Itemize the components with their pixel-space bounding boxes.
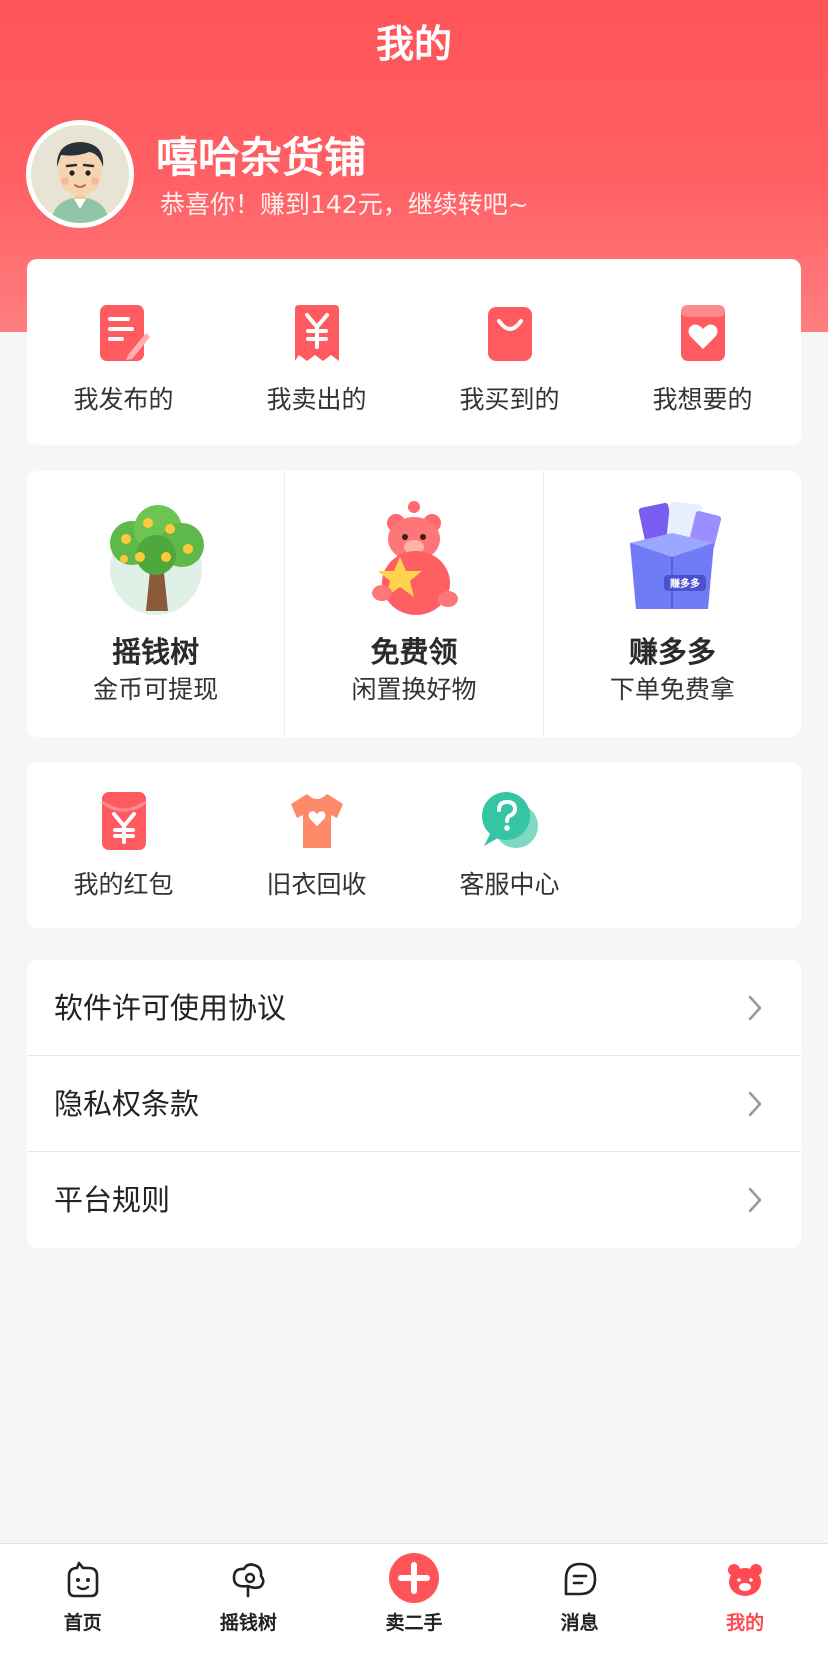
yen-receipt-icon xyxy=(294,305,339,361)
red-envelope-icon xyxy=(100,792,147,850)
menu-item-label: 隐私权条款 xyxy=(54,1086,200,1121)
my-wanted-button[interactable]: 我想要的 xyxy=(606,259,799,445)
tshirt-icon xyxy=(290,794,343,848)
free-claim-subtitle: 闲置换好物 xyxy=(351,675,477,704)
chat-question-icon xyxy=(481,792,538,848)
tab-messages[interactable]: 消息 xyxy=(497,1544,663,1667)
tab-label: 消息 xyxy=(560,1612,599,1634)
document-edit-icon xyxy=(99,305,150,361)
tab-home[interactable]: 首页 xyxy=(0,1544,166,1667)
my-bought-label: 我买到的 xyxy=(459,385,560,414)
clothes-recycle-label: 旧衣回收 xyxy=(266,870,367,899)
username: 嘻哈杂货铺 xyxy=(156,133,367,182)
clothes-recycle-button[interactable]: 旧衣回收 xyxy=(220,762,413,928)
free-claim-title: 免费领 xyxy=(370,635,458,669)
my-bought-button[interactable]: 我买到的 xyxy=(413,259,606,445)
my-sold-label: 我卖出的 xyxy=(266,385,367,414)
home-face-icon xyxy=(67,1561,99,1598)
bear-head-icon xyxy=(728,1564,763,1596)
shopping-bag-icon xyxy=(487,307,532,361)
earn-more-title: 赚多多 xyxy=(628,635,716,669)
my-sold-button[interactable]: 我卖出的 xyxy=(220,259,413,445)
menu-item-rules[interactable]: 平台规则 xyxy=(27,1152,801,1248)
money-tree-subtitle: 金币可提现 xyxy=(93,675,219,704)
menu-item-privacy[interactable]: 隐私权条款 xyxy=(27,1056,801,1152)
tab-label: 卖二手 xyxy=(385,1612,443,1634)
money-tree-title: 摇钱树 xyxy=(112,635,200,669)
order-shortcuts-card: 我发布的 我卖出的 我买到的 我想要的 xyxy=(27,259,801,445)
menu-item-license[interactable]: 软件许可使用协议 xyxy=(27,960,801,1056)
heart-card-icon xyxy=(680,305,725,361)
message-icon xyxy=(564,1562,596,1596)
chevron-right-icon xyxy=(748,1091,762,1116)
gift-box-icon: 赚多多 xyxy=(630,501,722,609)
tree-icon xyxy=(233,1563,265,1598)
earn-more-subtitle: 下单免费拿 xyxy=(609,675,735,704)
gift-box-text: 赚多多 xyxy=(669,577,700,590)
money-tree-promo[interactable]: 摇钱树 金币可提现 xyxy=(27,471,286,737)
bottom-tabbar: 首页 摇钱树 卖二手 消息 我的 xyxy=(0,1543,828,1667)
red-envelope-button[interactable]: 我的红包 xyxy=(27,762,220,928)
settings-menu: 软件许可使用协议 隐私权条款 平台规则 xyxy=(27,960,801,1248)
tab-label: 摇钱树 xyxy=(219,1612,277,1634)
earn-more-promo[interactable]: 赚多多 赚多多 下单免费拿 xyxy=(544,471,801,737)
earnings-subtitle: 恭喜你！赚到142元，继续转吧~ xyxy=(160,190,529,219)
customer-service-button[interactable]: 客服中心 xyxy=(413,762,606,928)
tab-label: 我的 xyxy=(726,1612,765,1634)
my-published-label: 我发布的 xyxy=(73,385,174,414)
chevron-right-icon xyxy=(748,1187,762,1213)
plus-circle-icon xyxy=(388,1553,439,1603)
tab-money-tree[interactable]: 摇钱树 xyxy=(166,1544,332,1667)
my-wanted-label: 我想要的 xyxy=(652,385,753,414)
promo-card: 摇钱树 金币可提现 免费领 闲置换好物 赚多多 赚多多 下单免费拿 xyxy=(27,471,801,737)
tab-label: 首页 xyxy=(63,1612,102,1634)
tools-card: 我的红包 旧衣回收 客服中心 xyxy=(27,762,801,928)
chevron-right-icon xyxy=(748,995,762,1020)
my-published-button[interactable]: 我发布的 xyxy=(27,259,220,445)
menu-item-label: 平台规则 xyxy=(54,1183,171,1217)
tab-profile[interactable]: 我的 xyxy=(662,1544,828,1667)
menu-item-label: 软件许可使用协议 xyxy=(54,990,287,1025)
page-title: 我的 xyxy=(375,22,452,66)
money-tree-icon xyxy=(109,505,204,615)
avatar[interactable] xyxy=(26,120,134,228)
tab-sell[interactable]: 卖二手 xyxy=(331,1544,497,1667)
bear-star-icon xyxy=(371,501,458,615)
red-envelope-label: 我的红包 xyxy=(73,870,174,899)
customer-service-label: 客服中心 xyxy=(459,870,560,899)
free-claim-promo[interactable]: 免费领 闲置换好物 xyxy=(285,471,544,737)
